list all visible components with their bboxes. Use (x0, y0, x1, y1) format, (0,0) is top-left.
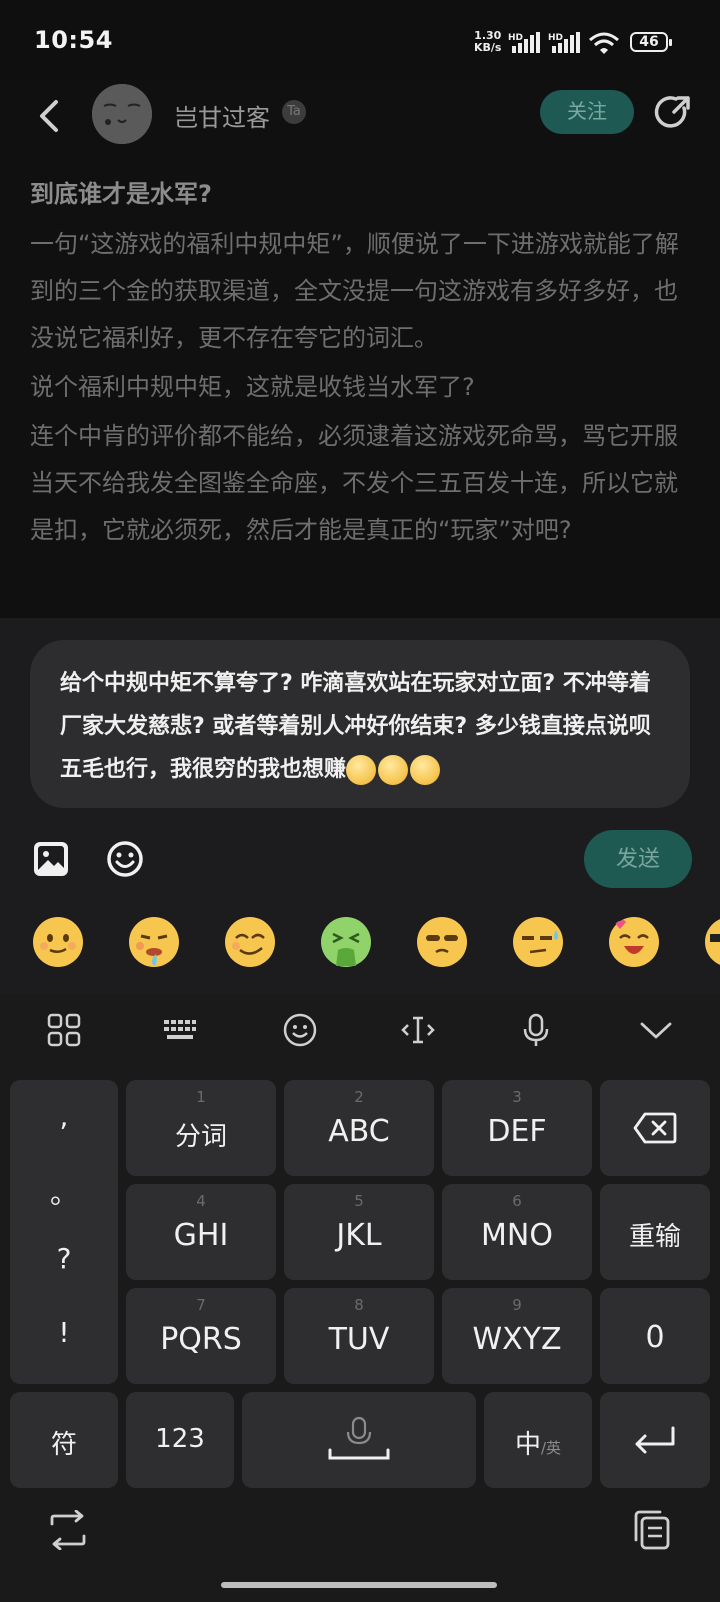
key-3-def[interactable]: 3 DEF (442, 1080, 592, 1176)
collapse-keyboard-icon[interactable] (638, 1012, 674, 1048)
post-paragraph: 一句“这游戏的福利中规中矩”，顺便说了一下进游戏就能了解到的三个金的获取渠道，全… (30, 230, 679, 352)
keyboard-toolbar (0, 994, 720, 1066)
status-time: 10:54 (34, 26, 113, 54)
username[interactable]: 岂甘过客 (174, 98, 270, 133)
post-title: 到底谁才是水军? (30, 180, 212, 208)
cellular-signal-icon: HD (508, 32, 540, 53)
smile-emoji-icon (378, 755, 409, 785)
cursor-move-icon[interactable] (400, 1012, 436, 1048)
key-8-tuv[interactable]: 8 TUV (284, 1288, 434, 1384)
avatar-face-icon (92, 84, 152, 144)
reply-panel: 给个中规中矩不算夸了? 咋滴喜欢站在玩家对立面? 不冲等着厂家大发慈悲? 或者等… (0, 618, 720, 994)
smile-emoji-icon (346, 755, 377, 785)
microphone-icon[interactable] (518, 1012, 554, 1048)
back-arrow-icon[interactable] (34, 96, 64, 136)
cellular-signal-2-icon: HD (548, 32, 580, 53)
svg-text:HD: HD (548, 33, 563, 43)
network-speed: 1.30 KB/s (474, 29, 502, 54)
keyboard: , 。 ? ! 1 分词 2 ABC 3 DEF 4 GHI 5 JKL 6 M… (0, 994, 720, 1602)
reenter-key[interactable]: 重输 (600, 1184, 710, 1280)
status-bar: 10:54 1.30 KB/s HD HD 46 (0, 0, 720, 88)
share-icon[interactable] (654, 94, 692, 132)
enter-icon (635, 1426, 675, 1454)
key-0[interactable]: 0 (600, 1288, 710, 1384)
vomit-emoji-icon[interactable] (320, 916, 372, 968)
switch-input-method-icon[interactable] (46, 1510, 90, 1550)
post-header: 岂甘过客 Ta 关注 (0, 80, 720, 160)
post-paragraph: 连个中肯的评价都不能给，必须逮着这游戏死命骂，骂它开服当天不给我发全图鉴全命座，… (30, 422, 678, 544)
backspace-icon (633, 1112, 677, 1144)
smirk-emoji-icon[interactable] (224, 916, 276, 968)
blush-heart-emoji-icon[interactable] (608, 916, 660, 968)
symbols-key[interactable]: 符 (10, 1392, 118, 1488)
send-button[interactable]: 发送 (584, 830, 692, 888)
wifi-icon (589, 32, 619, 54)
sweat-emoji-icon[interactable] (512, 916, 564, 968)
emoji-keyboard-icon[interactable] (282, 1012, 318, 1048)
emoji-strip (0, 908, 720, 984)
punct-question[interactable]: ? (10, 1242, 118, 1275)
key-9-wxyz[interactable]: 9 WXYZ (442, 1288, 592, 1384)
post-content: 到底谁才是水军? 一句“这游戏的福利中规中矩”，顺便说了一下进游戏就能了解到的三… (0, 160, 720, 618)
key-2-abc[interactable]: 2 ABC (284, 1080, 434, 1176)
punct-exclamation[interactable]: ! (10, 1316, 118, 1349)
key-4-ghi[interactable]: 4 GHI (126, 1184, 276, 1280)
backspace-key[interactable] (600, 1080, 710, 1176)
numbers-key[interactable]: 123 (126, 1392, 234, 1488)
punct-period[interactable]: 。 (10, 1172, 118, 1212)
reply-input[interactable]: 给个中规中矩不算夸了? 咋滴喜欢站在玩家对立面? 不冲等着厂家大发慈悲? 或者等… (30, 640, 690, 808)
key-6-mno[interactable]: 6 MNO (442, 1184, 592, 1280)
key-7-pqrs[interactable]: 7 PQRS (126, 1288, 276, 1384)
follow-button[interactable]: 关注 (540, 90, 634, 134)
home-indicator[interactable] (221, 1582, 497, 1588)
smile-emoji-icon[interactable] (32, 916, 84, 968)
key-5-jkl[interactable]: 5 JKL (284, 1184, 434, 1280)
drool-emoji-icon[interactable] (128, 916, 180, 968)
keyboard-bottom-bar (0, 1490, 720, 1602)
space-key[interactable] (242, 1392, 476, 1488)
user-badge: Ta (282, 100, 306, 124)
post-paragraph: 说个福利中规中矩，这就是收钱当水军了? (30, 373, 475, 401)
battery-icon: 46 (630, 32, 672, 52)
smile-emoji-icon (410, 755, 441, 785)
punctuation-column[interactable]: , 。 ? ! (10, 1080, 118, 1384)
sunglasses-emoji-icon[interactable] (704, 916, 720, 968)
key-1-segment[interactable]: 1 分词 (126, 1080, 276, 1176)
apps-grid-icon[interactable] (46, 1012, 82, 1048)
keyboard-layout-icon[interactable] (162, 1012, 198, 1048)
avatar[interactable] (92, 84, 152, 144)
unamused-emoji-icon[interactable] (416, 916, 468, 968)
enter-key[interactable] (600, 1392, 710, 1488)
clipboard-icon[interactable] (632, 1510, 672, 1550)
space-mic-icon (328, 1416, 390, 1460)
punct-comma[interactable]: , (10, 1100, 118, 1133)
emoji-picker-icon[interactable] (106, 840, 144, 878)
language-switch-key[interactable]: 中/英 (484, 1392, 592, 1488)
svg-text:HD: HD (508, 33, 523, 43)
image-picker-icon[interactable] (32, 840, 70, 878)
